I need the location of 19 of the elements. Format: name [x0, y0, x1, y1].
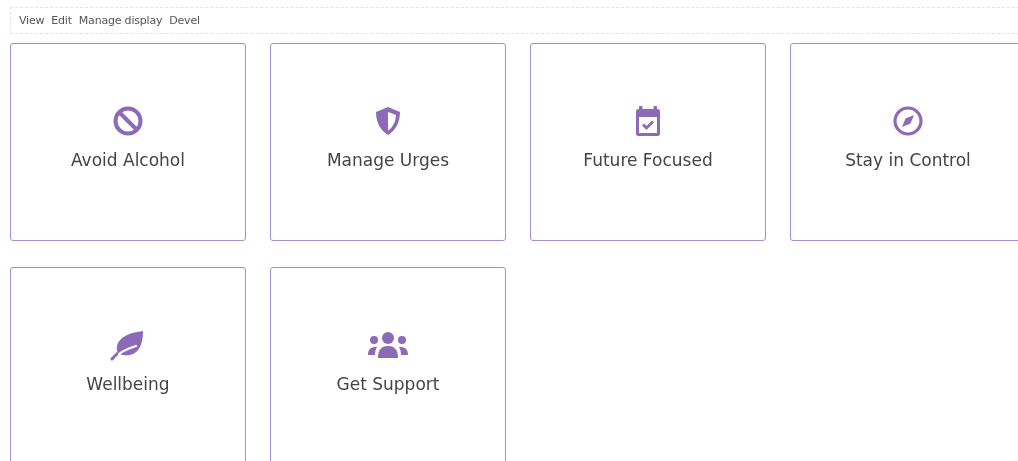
- card-label: Wellbeing: [86, 374, 170, 394]
- tab-link[interactable]: Devel: [169, 14, 200, 27]
- card-label: Stay in Control: [845, 150, 971, 170]
- menu-card[interactable]: Stay in Control: [790, 43, 1018, 241]
- card-label: Avoid Alcohol: [71, 150, 185, 170]
- menu-card[interactable]: Avoid Alcohol: [10, 43, 246, 241]
- prohibited-icon: [112, 105, 144, 137]
- tab-link[interactable]: Manage display: [78, 14, 163, 27]
- menu-card[interactable]: Future Focused: [530, 43, 766, 241]
- compass-icon: [892, 105, 924, 137]
- tab-link[interactable]: Edit: [51, 14, 72, 27]
- menu-card[interactable]: Wellbeing: [10, 267, 246, 461]
- card-label: Manage Urges: [326, 150, 450, 170]
- card-label: Future Focused: [583, 150, 713, 170]
- menu-card[interactable]: Get Support: [270, 267, 506, 461]
- tab-link[interactable]: View: [19, 14, 45, 27]
- card-label: Get Support: [336, 374, 440, 394]
- users-icon: [367, 330, 409, 360]
- menu-card[interactable]: Manage Urges: [270, 43, 506, 241]
